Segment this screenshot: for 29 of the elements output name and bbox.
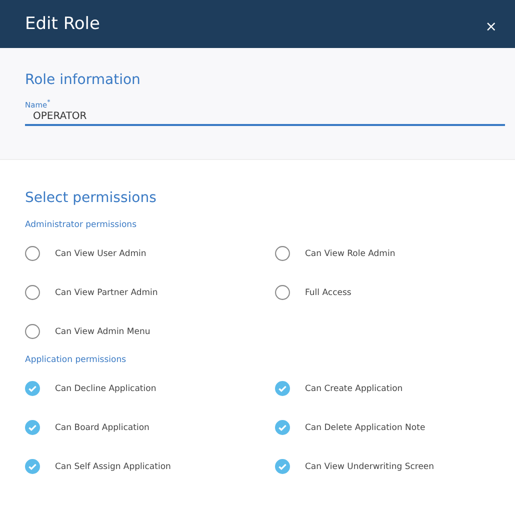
permission-label: Can Decline Application [55,384,156,394]
permission-label: Can View User Admin [55,248,146,258]
section-heading: Role information [25,72,142,88]
permission-label: Can View Admin Menu [55,326,150,336]
checked-checkbox[interactable] [25,420,40,435]
permission-label: Full Access [305,288,352,298]
checked-checkbox[interactable] [25,459,40,474]
permission-label: Can View Underwriting Screen [305,462,434,472]
checked-checkbox[interactable] [275,459,290,474]
permission-label: Can View Partner Admin [55,288,158,298]
checked-checkbox[interactable] [275,381,290,396]
unchecked-checkbox[interactable] [25,285,40,300]
unchecked-checkbox[interactable] [25,324,40,339]
group-heading: Application permissions [25,355,128,367]
checked-checkbox[interactable] [275,420,290,435]
window-title: Edit Role [25,14,100,34]
permission-label: Can Self Assign Application [55,462,171,472]
permission-label: Can Delete Application Note [305,422,426,432]
checked-checkbox[interactable] [25,381,40,396]
permission-label: Can Create Application [305,384,403,394]
name-field[interactable]: OPERATOR [25,110,505,126]
close-button[interactable]: × [483,18,499,34]
unchecked-checkbox[interactable] [275,246,290,261]
group-heading: Administrator permissions [25,220,138,232]
unchecked-checkbox[interactable] [275,285,290,300]
permission-label: Can View Role Admin [305,248,396,258]
permission-label: Can Board Application [55,422,150,432]
section-heading: Select permissions [25,190,158,206]
unchecked-checkbox[interactable] [25,246,40,261]
